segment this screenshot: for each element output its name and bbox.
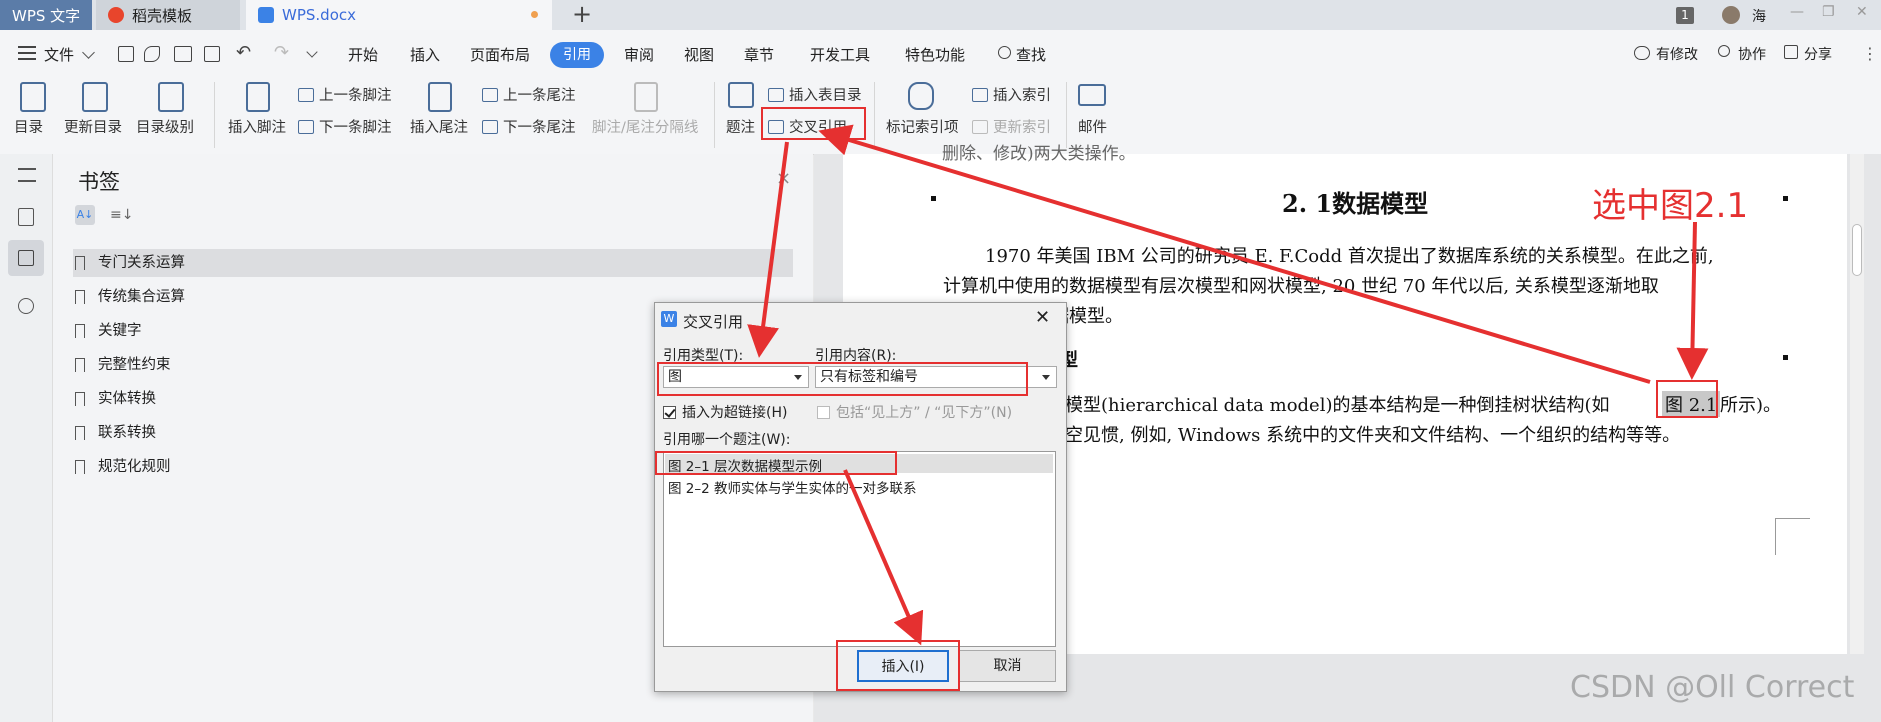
arrow-to-cross-reference-button [818, 124, 1651, 384]
arrow-to-ref-type [747, 141, 789, 358]
arrow-to-insert-button [843, 469, 924, 646]
arrow-to-figure-reference [1676, 221, 1709, 380]
annotation-arrows [747, 124, 1709, 646]
